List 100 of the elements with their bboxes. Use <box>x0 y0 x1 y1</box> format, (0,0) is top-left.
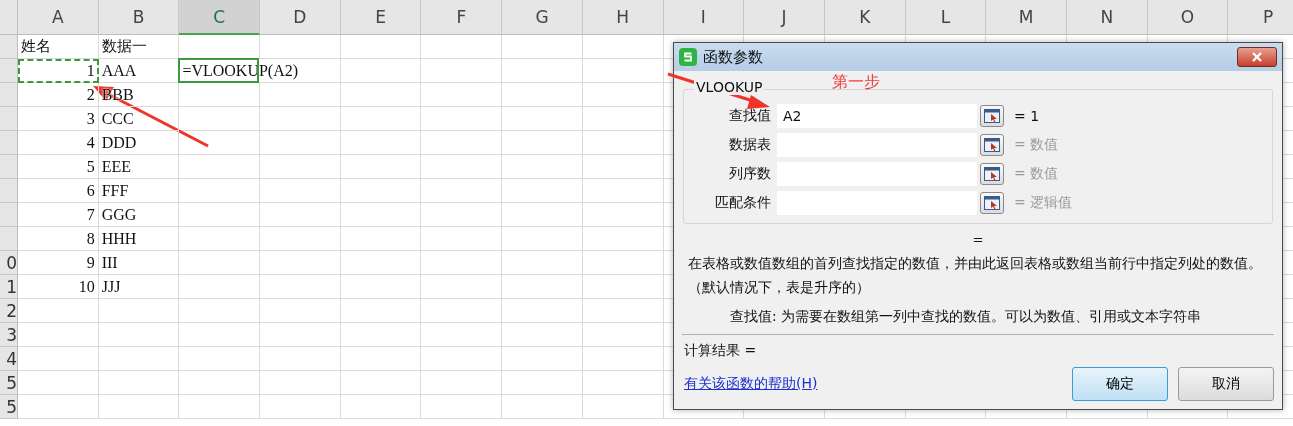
sheet-cell[interactable] <box>340 107 422 131</box>
column-header[interactable]: C <box>179 0 261 35</box>
sheet-cell[interactable]: 4 <box>18 131 99 155</box>
sheet-cell[interactable]: 6 <box>18 179 99 203</box>
sheet-cell[interactable] <box>421 179 503 203</box>
sheet-cell[interactable] <box>582 251 664 275</box>
sheet-cell[interactable] <box>421 59 503 83</box>
row-header[interactable]: 4 <box>0 347 18 371</box>
sheet-cell[interactable]: 数据一 <box>98 35 180 59</box>
row-header[interactable]: 1 <box>0 275 18 299</box>
sheet-cell[interactable]: GGG <box>98 203 180 227</box>
sheet-cell[interactable] <box>421 251 503 275</box>
sheet-cell[interactable] <box>98 371 180 395</box>
sheet-cell[interactable] <box>582 107 664 131</box>
sheet-cell[interactable] <box>18 395 99 419</box>
sheet-cell[interactable]: 8 <box>18 227 99 251</box>
sheet-cell[interactable]: CCC <box>98 107 180 131</box>
sheet-cell[interactable] <box>421 83 503 107</box>
column-header[interactable]: B <box>98 0 180 35</box>
sheet-cell[interactable] <box>260 107 341 131</box>
sheet-cell[interactable] <box>340 203 422 227</box>
column-header[interactable]: I <box>663 0 745 35</box>
sheet-cell[interactable] <box>179 227 261 251</box>
sheet-cell[interactable] <box>502 203 583 227</box>
sheet-cell[interactable] <box>421 131 503 155</box>
sheet-cell[interactable]: EEE <box>98 155 180 179</box>
column-header[interactable]: M <box>986 0 1067 35</box>
argument-field[interactable]: A2 <box>777 104 977 128</box>
sheet-cell[interactable] <box>260 203 341 227</box>
sheet-cell[interactable] <box>582 395 664 419</box>
column-header[interactable]: L <box>905 0 987 35</box>
sheet-cell[interactable] <box>582 227 664 251</box>
row-header[interactable] <box>0 227 18 251</box>
sheet-cell[interactable] <box>582 83 664 107</box>
column-header[interactable]: N <box>1066 0 1148 35</box>
sheet-cell[interactable] <box>179 179 261 203</box>
sheet-cell[interactable] <box>582 371 664 395</box>
sheet-cell[interactable] <box>260 83 341 107</box>
dialog-button[interactable]: 确定 <box>1072 367 1168 401</box>
column-header[interactable]: K <box>824 0 906 35</box>
sheet-cell[interactable] <box>502 323 583 347</box>
sheet-cell[interactable] <box>260 131 341 155</box>
sheet-cell[interactable] <box>340 155 422 179</box>
column-header[interactable]: F <box>421 0 503 35</box>
column-header[interactable]: A <box>18 0 99 35</box>
sheet-cell[interactable] <box>340 347 422 371</box>
sheet-cell[interactable] <box>179 371 261 395</box>
sheet-cell[interactable]: 9 <box>18 251 99 275</box>
sheet-cell[interactable] <box>98 323 180 347</box>
sheet-cell[interactable] <box>179 107 261 131</box>
sheet-cell[interactable] <box>502 227 583 251</box>
sheet-cell[interactable] <box>502 155 583 179</box>
sheet-cell[interactable] <box>502 59 583 83</box>
column-header[interactable]: H <box>582 0 664 35</box>
sheet-cell[interactable] <box>340 179 422 203</box>
sheet-cell[interactable] <box>98 395 180 419</box>
row-header[interactable] <box>0 179 18 203</box>
sheet-cell[interactable] <box>421 323 503 347</box>
sheet-cell[interactable] <box>340 323 422 347</box>
sheet-cell[interactable] <box>260 251 341 275</box>
sheet-cell[interactable] <box>421 395 503 419</box>
sheet-cell[interactable] <box>502 131 583 155</box>
sheet-cell[interactable] <box>421 35 503 59</box>
column-header[interactable]: P <box>1228 0 1293 35</box>
dialog-button[interactable]: 取消 <box>1178 367 1274 401</box>
sheet-cell[interactable] <box>98 299 180 323</box>
sheet-cell[interactable]: 10 <box>18 275 99 299</box>
sheet-cell[interactable] <box>421 347 503 371</box>
sheet-cell[interactable] <box>582 155 664 179</box>
sheet-cell[interactable]: III <box>98 251 180 275</box>
row-header[interactable] <box>0 107 18 131</box>
sheet-cell[interactable]: 1 <box>18 59 99 83</box>
sheet-cell[interactable] <box>179 347 261 371</box>
sheet-cell[interactable] <box>260 299 341 323</box>
sheet-cell[interactable] <box>502 371 583 395</box>
sheet-cell[interactable] <box>502 395 583 419</box>
column-header[interactable]: E <box>340 0 422 35</box>
sheet-cell[interactable] <box>98 347 180 371</box>
sheet-cell[interactable]: 5 <box>18 155 99 179</box>
range-select-button[interactable] <box>980 163 1004 185</box>
sheet-cell[interactable] <box>582 131 664 155</box>
sheet-cell[interactable] <box>502 275 583 299</box>
sheet-cell[interactable] <box>582 347 664 371</box>
row-header[interactable] <box>0 59 18 83</box>
row-header[interactable]: 2 <box>0 299 18 323</box>
sheet-cell[interactable] <box>179 83 261 107</box>
range-select-button[interactable] <box>980 105 1004 127</box>
sheet-cell[interactable] <box>179 395 261 419</box>
sheet-cell[interactable] <box>179 131 261 155</box>
row-header[interactable]: 5 <box>0 371 18 395</box>
sheet-cell[interactable]: DDD <box>98 131 180 155</box>
sheet-cell[interactable] <box>421 299 503 323</box>
sheet-cell[interactable] <box>179 203 261 227</box>
sheet-cell[interactable]: 姓名 <box>18 35 99 59</box>
sheet-cell[interactable]: AAA <box>98 59 180 83</box>
sheet-cell[interactable] <box>502 347 583 371</box>
row-header[interactable]: 5 <box>0 395 18 419</box>
sheet-cell[interactable] <box>260 371 341 395</box>
sheet-cell[interactable] <box>582 299 664 323</box>
sheet-cell[interactable] <box>18 299 99 323</box>
